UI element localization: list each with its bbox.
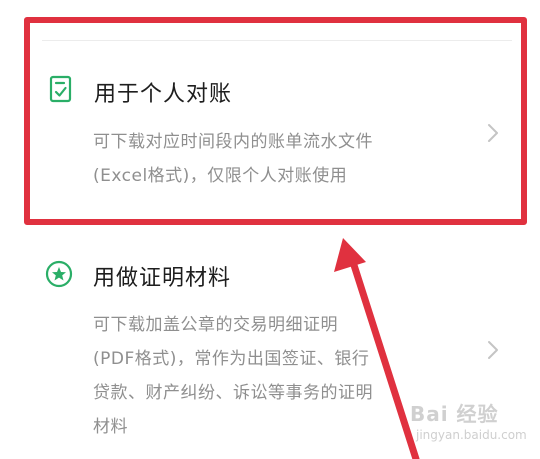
option-description: 可下载对应时间段内的账单流水文件 (Excel格式)，仅限个人对账使用 [93, 125, 373, 193]
option-personal-reconciliation[interactable]: 用于个人对账 可下载对应时间段内的账单流水文件 (Excel格式)，仅限个人对账… [0, 58, 540, 218]
description-line: (PDF格式)，常作为出国签证、银行 [93, 349, 370, 369]
option-proof-material[interactable]: 用做证明材料 可下载加盖公章的交易明细证明 (PDF格式)，常作为出国签证、银行… [0, 244, 540, 454]
chevron-right-icon[interactable] [486, 121, 500, 145]
option-title: 用做证明材料 [93, 266, 232, 291]
chevron-right-icon[interactable] [486, 338, 500, 362]
document-check-icon [49, 75, 72, 103]
option-description: 可下载加盖公章的交易明细证明 (PDF格式)，常作为出国签证、银行 贷款、财产纠… [93, 308, 373, 444]
top-divider [42, 40, 512, 41]
description-line: 材料 [93, 417, 128, 437]
description-line: 可下载对应时间段内的账单流水文件 [93, 132, 373, 152]
description-line: (Excel格式)，仅限个人对账使用 [93, 166, 348, 186]
option-title: 用于个人对账 [94, 82, 233, 107]
star-badge-icon [45, 260, 73, 288]
description-line: 贷款、财产纠纷、诉讼等事务的证明 [93, 383, 373, 403]
description-line: 可下载加盖公章的交易明细证明 [93, 315, 338, 335]
